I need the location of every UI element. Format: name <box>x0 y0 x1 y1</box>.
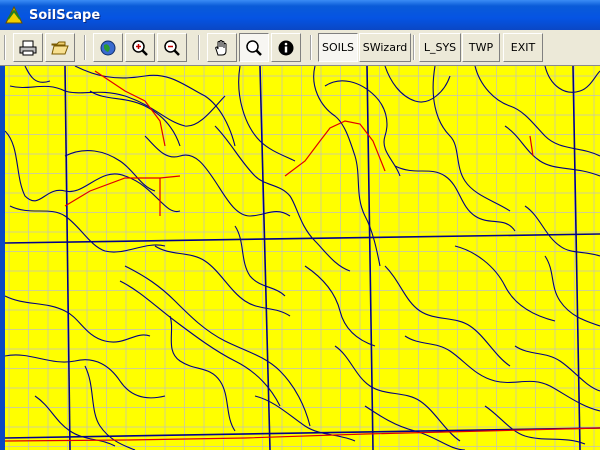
zoom-in-button[interactable] <box>125 33 155 62</box>
section-lines <box>5 66 600 450</box>
info-button[interactable] <box>271 33 301 62</box>
zoom-in-icon <box>132 39 148 56</box>
toolbar-separator <box>198 35 200 60</box>
lsys-button[interactable]: L_SYS <box>419 33 461 62</box>
toolbar-separator <box>310 35 312 60</box>
zoom-out-icon <box>164 39 180 56</box>
twp-button[interactable]: TWP <box>462 33 500 62</box>
toolbar-separator <box>4 35 6 60</box>
window-title: SoilScape <box>29 7 101 23</box>
print-icon <box>19 40 37 55</box>
select-zoom-icon <box>246 39 262 56</box>
pan-button[interactable] <box>207 33 237 62</box>
soil-map[interactable] <box>5 66 600 450</box>
globe-icon <box>100 40 116 55</box>
soil-map-canvas[interactable] <box>5 66 600 450</box>
open-button[interactable] <box>45 33 75 62</box>
swizard-button[interactable]: SWizard <box>359 33 411 62</box>
toolbar-separator <box>84 35 86 60</box>
pan-hand-icon <box>215 39 227 55</box>
toolbar-separator <box>413 35 415 60</box>
info-icon <box>278 40 294 55</box>
map-grid <box>5 66 600 450</box>
app-logo-icon <box>4 5 24 25</box>
full-extent-button[interactable] <box>93 33 123 62</box>
app-window: SoilScape SOILS SWizard L_SYS TWP EXIT <box>0 0 600 450</box>
toolbar: SOILS SWizard L_SYS TWP EXIT <box>0 30 600 66</box>
zoom-out-button[interactable] <box>157 33 187 62</box>
title-bar[interactable]: SoilScape <box>0 0 600 30</box>
soil-boundaries <box>5 66 600 450</box>
roads <box>5 70 600 442</box>
print-button[interactable] <box>13 33 43 62</box>
soils-button[interactable]: SOILS <box>318 33 358 62</box>
select-zoom-button[interactable] <box>239 33 269 62</box>
open-folder-icon <box>51 41 69 54</box>
exit-button[interactable]: EXIT <box>503 33 543 62</box>
